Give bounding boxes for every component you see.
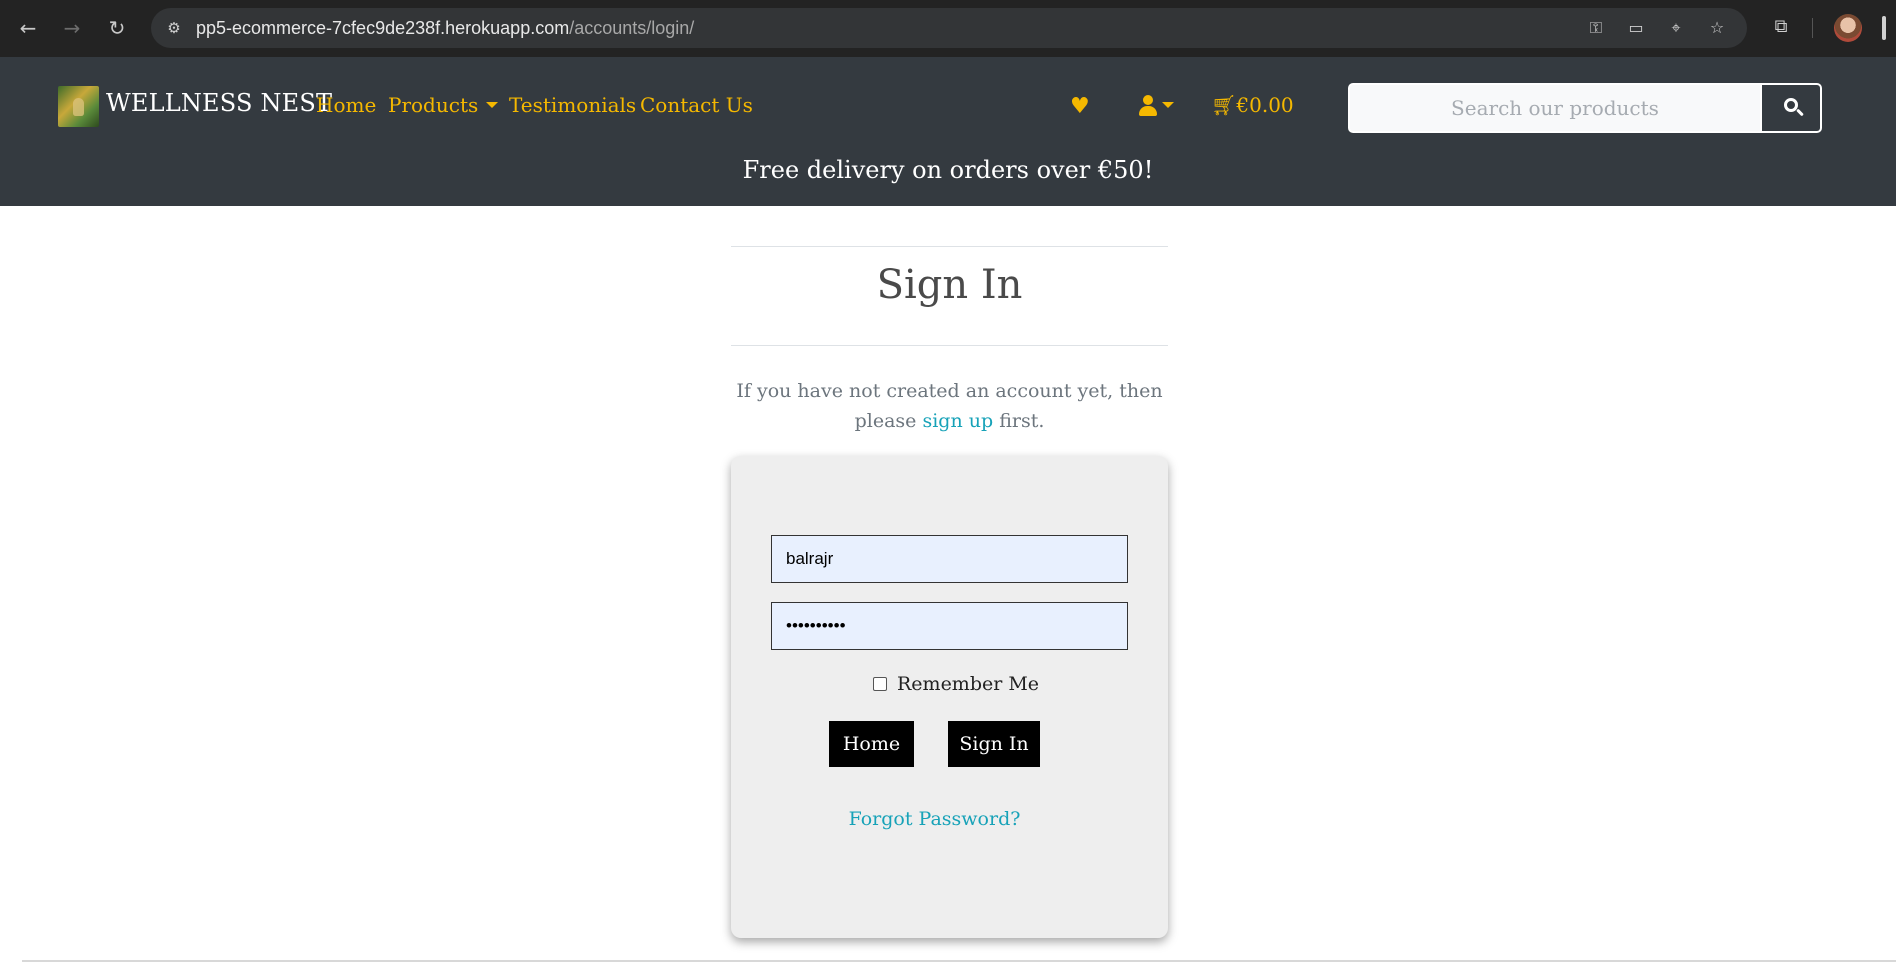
profile-avatar[interactable] bbox=[1834, 14, 1862, 42]
search-input[interactable] bbox=[1350, 85, 1760, 131]
cart-icon: 🛒︎ bbox=[1211, 93, 1237, 117]
home-button[interactable]: Home bbox=[829, 721, 914, 767]
brand-name[interactable]: WELLNESS NEST bbox=[106, 89, 332, 117]
remember-checkbox[interactable] bbox=[873, 676, 887, 691]
card-icon[interactable]: ▭ bbox=[1625, 17, 1647, 39]
toolbar-divider bbox=[1812, 18, 1813, 38]
extensions-icon[interactable]: ⧉ bbox=[1768, 14, 1794, 40]
search-button[interactable] bbox=[1760, 85, 1820, 131]
wishlist-heart-icon[interactable]: ♥ bbox=[1070, 96, 1090, 118]
reload-icon[interactable]: ↻ bbox=[103, 14, 131, 42]
signup-link[interactable]: sign up bbox=[922, 410, 993, 432]
cart-link[interactable]: 🛒︎€0.00 bbox=[1211, 93, 1294, 117]
chevron-down-icon bbox=[1162, 102, 1174, 108]
divider-bottom bbox=[731, 345, 1168, 346]
back-icon[interactable]: ← bbox=[14, 14, 42, 42]
divider-top bbox=[731, 246, 1168, 247]
chevron-down-icon bbox=[486, 102, 499, 108]
password-field[interactable] bbox=[771, 602, 1128, 650]
signup-prompt-end: first. bbox=[999, 410, 1045, 432]
key-icon[interactable]: ⚿ bbox=[1585, 17, 1607, 39]
nav-products[interactable]: Products bbox=[388, 93, 499, 117]
delivery-banner: Free delivery on orders over €50! bbox=[742, 156, 1154, 184]
user-icon bbox=[1143, 95, 1153, 105]
location-icon[interactable]: ⌖ bbox=[1665, 17, 1687, 39]
login-card: Remember Me Home Sign In Forgot Password… bbox=[731, 456, 1168, 938]
url-host: pp5-ecommerce-7cfec9de238f.herokuapp.com bbox=[196, 18, 570, 38]
browser-toolbar: ← → ↻ ⚙ pp5-ecommerce-7cfec9de238f.herok… bbox=[0, 0, 1896, 57]
forward-icon[interactable]: → bbox=[58, 14, 86, 42]
nav-contact[interactable]: Contact Us bbox=[640, 93, 753, 117]
remember-label: Remember Me bbox=[897, 673, 1040, 695]
search-icon-handle bbox=[1796, 108, 1804, 117]
bookmark-star-icon[interactable]: ☆ bbox=[1706, 17, 1728, 39]
address-bar[interactable]: ⚙ pp5-ecommerce-7cfec9de238f.herokuapp.c… bbox=[151, 8, 1747, 48]
cart-total: €0.00 bbox=[1236, 93, 1294, 117]
site-info-icon[interactable]: ⚙ bbox=[163, 17, 185, 39]
signup-prompt: If you have not created an account yet, … bbox=[731, 376, 1168, 436]
url-text[interactable]: pp5-ecommerce-7cfec9de238f.herokuapp.com… bbox=[196, 18, 694, 39]
account-menu[interactable] bbox=[1138, 94, 1184, 118]
nav-testimonials[interactable]: Testimonials bbox=[509, 93, 636, 117]
remember-me[interactable]: Remember Me bbox=[873, 673, 1039, 695]
username-field[interactable] bbox=[771, 535, 1128, 583]
page-title: Sign In bbox=[876, 262, 1023, 308]
browser-menu-icon[interactable] bbox=[1882, 16, 1886, 40]
nav-products-label: Products bbox=[388, 93, 479, 117]
sign-in-button[interactable]: Sign In bbox=[948, 721, 1040, 767]
url-path: /accounts/login/ bbox=[569, 18, 695, 38]
search-form bbox=[1348, 83, 1822, 133]
nav-home[interactable]: Home bbox=[316, 93, 376, 117]
user-icon-body bbox=[1139, 106, 1157, 116]
forgot-password-link[interactable]: Forgot Password? bbox=[731, 808, 1138, 830]
brand-logo[interactable] bbox=[58, 86, 99, 127]
